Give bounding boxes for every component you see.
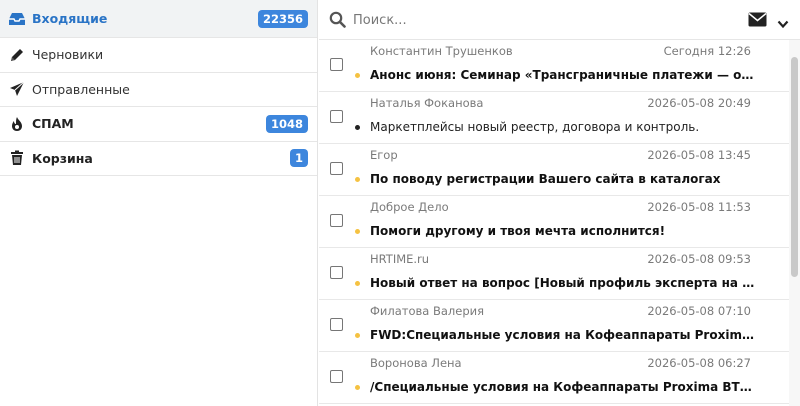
message-subject: По поводу регистрации Вашего сайта в кат… [370,172,721,186]
message-subject: Новый ответ на вопрос [Новый профиль экс… [370,276,760,290]
search-input[interactable] [353,8,743,32]
message-date: 2026-05-08 07:10 [647,304,751,318]
read-dot-icon [355,125,360,130]
search-icon[interactable] [329,11,346,32]
message-sender: Егор [370,148,398,162]
message-subject: Анонс июня: Семинар «Трансграничные плат… [370,68,760,82]
scrollbar-thumb[interactable] [791,57,798,277]
message-date: Сегодня 12:26 [663,44,751,58]
message-pane: Константин Трушенков Сегодня 12:26 Анонс… [319,0,800,406]
select-checkbox[interactable] [330,162,343,175]
pencil-icon [8,46,26,64]
folder-sidebar: Входящие 22356 Черновики Отправленные СП… [0,0,318,406]
message-sender: Наталья Фоканова [370,96,484,110]
message-subject: FWD:Специальные условия на Кофеаппараты … [370,328,760,342]
message-row[interactable]: Наталья Фоканова 2026-05-08 20:49 Маркет… [319,92,789,144]
message-date: 2026-05-08 20:49 [647,96,751,110]
trash-icon [8,149,26,167]
select-checkbox[interactable] [330,214,343,227]
message-list: Константин Трушенков Сегодня 12:26 Анонс… [319,40,789,406]
sidebar-item-sent[interactable]: Отправленные [0,73,317,107]
unread-count-badge: 22356 [257,9,308,28]
unread-dot-icon [355,73,360,78]
message-subject: Помоги другому и твоя мечта исполнится! [370,224,666,238]
message-date: 2026-05-08 13:45 [647,148,751,162]
message-sender: Воронова Лена [370,356,462,370]
sidebar-item-label: Черновики [32,47,104,63]
unread-count-badge: 1048 [265,114,308,133]
unread-dot-icon [355,177,360,182]
sidebar-item-spam[interactable]: СПАМ 1048 [0,107,317,142]
message-row[interactable]: Константин Трушенков Сегодня 12:26 Анонс… [319,40,789,92]
message-date: 2026-05-08 06:27 [647,356,751,370]
select-checkbox[interactable] [330,58,343,71]
unread-dot-icon [355,385,360,390]
mail-app: Входящие 22356 Черновики Отправленные СП… [0,0,800,406]
unread-dot-icon [355,281,360,286]
select-checkbox[interactable] [330,266,343,279]
flame-icon [8,115,26,133]
paper-plane-icon [8,80,26,98]
sidebar-item-label: Входящие [32,11,108,26]
sidebar-item-inbox[interactable]: Входящие 22356 [0,0,317,38]
unread-dot-icon [355,333,360,338]
message-row[interactable]: Доброе Дело 2026-05-08 11:53 Помоги друг… [319,196,789,248]
sidebar-item-label: СПАМ [32,116,74,132]
unread-dot-icon [355,229,360,234]
select-checkbox[interactable] [330,318,343,331]
message-subject: /Специальные условия на Кофеаппараты Pro… [370,380,760,394]
sidebar-item-label: Корзина [32,150,93,166]
unread-count-badge: 1 [289,149,308,168]
select-checkbox[interactable] [330,110,343,123]
sidebar-item-drafts[interactable]: Черновики [0,38,317,73]
scrollbar[interactable] [789,40,800,406]
message-sender: HRTIME.ru [370,252,430,266]
message-sender: Константин Трушенков [370,44,513,58]
message-row[interactable]: Филатова Валерия 2026-05-08 07:10 FWD:Сп… [319,300,789,352]
message-sender: Доброе Дело [370,200,449,214]
message-date: 2026-05-08 11:53 [647,200,751,214]
message-row[interactable]: Воронова Лена 2026-05-08 06:27 /Специаль… [319,352,789,404]
message-date: 2026-05-08 09:53 [647,252,751,266]
message-subject: Маркетплейсы новый реестр, договора и ко… [370,120,700,134]
message-row[interactable]: HRTIME.ru 2026-05-08 09:53 Новый ответ н… [319,248,789,300]
sidebar-item-trash[interactable]: Корзина 1 [0,142,317,176]
select-checkbox[interactable] [330,370,343,383]
sidebar-item-label: Отправленные [32,81,130,97]
inbox-icon [8,10,26,28]
message-row[interactable]: Егор 2026-05-08 13:45 По поводу регистра… [319,144,789,196]
message-sender: Филатова Валерия [370,304,485,318]
envelope-icon[interactable] [748,12,767,31]
chevron-down-icon[interactable] [777,14,789,33]
search-bar [319,0,800,40]
